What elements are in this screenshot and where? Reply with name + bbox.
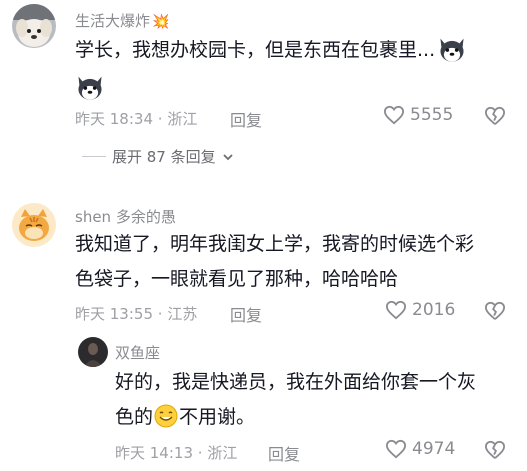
comment-location: 江苏	[167, 305, 198, 323]
comment-username[interactable]: 双鱼座	[115, 342, 160, 363]
comment-location: 浙江	[207, 444, 238, 462]
comment-text: 学长，我想办校园卡，但是东西在包裹里...	[75, 33, 515, 68]
comment-time: 昨天 14:13	[115, 444, 193, 462]
avatar-cat[interactable]	[12, 203, 56, 247]
comment-text-line: 色袋子，一眼就看见了那种，哈哈哈哈	[75, 268, 399, 290]
username-text: 生活大爆炸	[75, 12, 151, 30]
comment-text-line: 色的 不用谢。	[115, 400, 515, 435]
comment-text-line: 好的，我是快递员，我在外面给你套一个灰	[115, 371, 477, 393]
comment-meta: 昨天 14:13 · 浙江	[115, 442, 237, 463]
reply-button[interactable]: 回复	[268, 441, 300, 465]
avatar-dark[interactable]	[78, 337, 108, 367]
comment-meta: 昨天 18:34 · 浙江	[75, 108, 197, 129]
like-count: 5555	[410, 105, 454, 125]
like-button[interactable]: 5555	[383, 105, 453, 125]
smile-emoji-icon	[154, 404, 178, 428]
like-button[interactable]: 4974	[385, 439, 455, 459]
husky-emoji-icon	[440, 38, 464, 62]
heart-icon	[383, 105, 405, 125]
comment-username[interactable]: shen 多余的愚	[75, 206, 176, 227]
avatar-dog[interactable]	[12, 4, 56, 48]
heart-icon	[385, 439, 407, 459]
comment-text-line: 学长，我想办校园卡，但是东西在包裹里...	[75, 39, 436, 61]
comment-text: 我知道了，明年我闺女上学，我寄的时候选个彩 色袋子，一眼就看见了那种，哈哈哈哈	[75, 227, 515, 297]
comment-text-segment: 不用谢。	[179, 406, 256, 428]
broken-heart-icon[interactable]	[484, 106, 506, 126]
chevron-down-icon	[222, 153, 233, 160]
expand-label: 展开 87 条回复	[112, 148, 216, 166]
like-count: 4974	[412, 439, 456, 459]
comment-time: 昨天 18:34	[75, 110, 153, 128]
meta-separator: ·	[153, 110, 168, 128]
comment-username[interactable]: 生活大爆炸 💥	[75, 10, 169, 31]
expand-divider	[82, 156, 106, 157]
comment-time: 昨天 13:55	[75, 305, 153, 323]
heart-icon	[385, 300, 407, 320]
comment-text-segment: 色的	[115, 406, 154, 428]
explosion-emoji-icon: 💥	[152, 14, 170, 30]
meta-separator: ·	[153, 305, 168, 323]
like-count: 2016	[412, 300, 456, 320]
expand-replies-button[interactable]: 展开 87 条回复	[82, 146, 235, 167]
comment-meta: 昨天 13:55 · 江苏	[75, 303, 197, 324]
like-button[interactable]: 2016	[385, 300, 455, 320]
comment-text: 好的，我是快递员，我在外面给你套一个灰 色的 不用谢。	[115, 365, 515, 435]
husky-emoji-icon	[78, 76, 102, 100]
meta-separator: ·	[193, 444, 208, 462]
comment-text-line: 我知道了，明年我闺女上学，我寄的时候选个彩	[75, 233, 475, 255]
comment-location: 浙江	[167, 110, 198, 128]
broken-heart-icon[interactable]	[484, 301, 506, 321]
reply-button[interactable]: 回复	[230, 302, 262, 326]
reply-button[interactable]: 回复	[230, 107, 262, 131]
broken-heart-icon[interactable]	[484, 440, 506, 460]
